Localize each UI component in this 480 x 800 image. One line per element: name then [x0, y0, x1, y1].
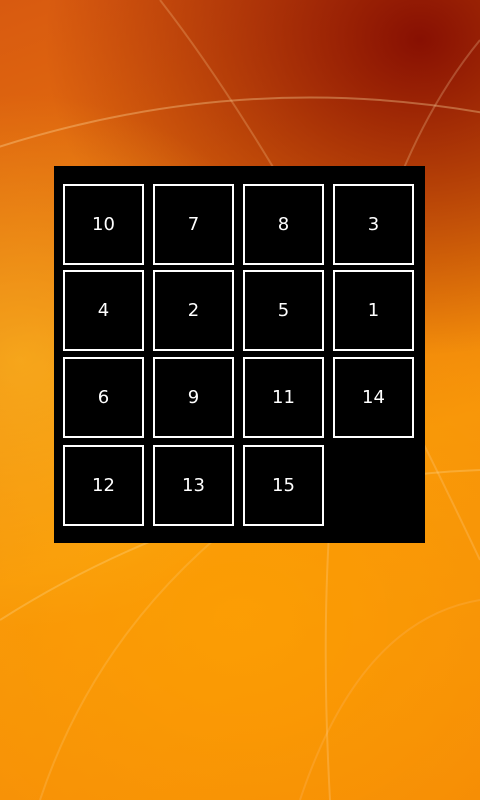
tile-r3-c1[interactable]: 6 — [63, 357, 144, 438]
tile-r2-c4[interactable]: 1 — [333, 270, 414, 351]
tile-r3-c2[interactable]: 9 — [153, 357, 234, 438]
tile-r1-c3[interactable]: 8 — [243, 184, 324, 265]
tile-r2-c2[interactable]: 2 — [153, 270, 234, 351]
tile-r4-c2[interactable]: 13 — [153, 445, 234, 526]
tile-r4-c1[interactable]: 12 — [63, 445, 144, 526]
tile-r3-c3[interactable]: 11 — [243, 357, 324, 438]
tile-r2-c3[interactable]: 5 — [243, 270, 324, 351]
tile-r1-c1[interactable]: 10 — [63, 184, 144, 265]
puzzle-board: 10 7 8 3 4 2 5 1 6 9 11 14 12 13 15 — [54, 166, 425, 543]
tile-r1-c2[interactable]: 7 — [153, 184, 234, 265]
tile-r1-c4[interactable]: 3 — [333, 184, 414, 265]
tile-r3-c4[interactable]: 14 — [333, 357, 414, 438]
tile-r4-c3[interactable]: 15 — [243, 445, 324, 526]
tile-r2-c1[interactable]: 4 — [63, 270, 144, 351]
empty-slot — [333, 445, 414, 526]
